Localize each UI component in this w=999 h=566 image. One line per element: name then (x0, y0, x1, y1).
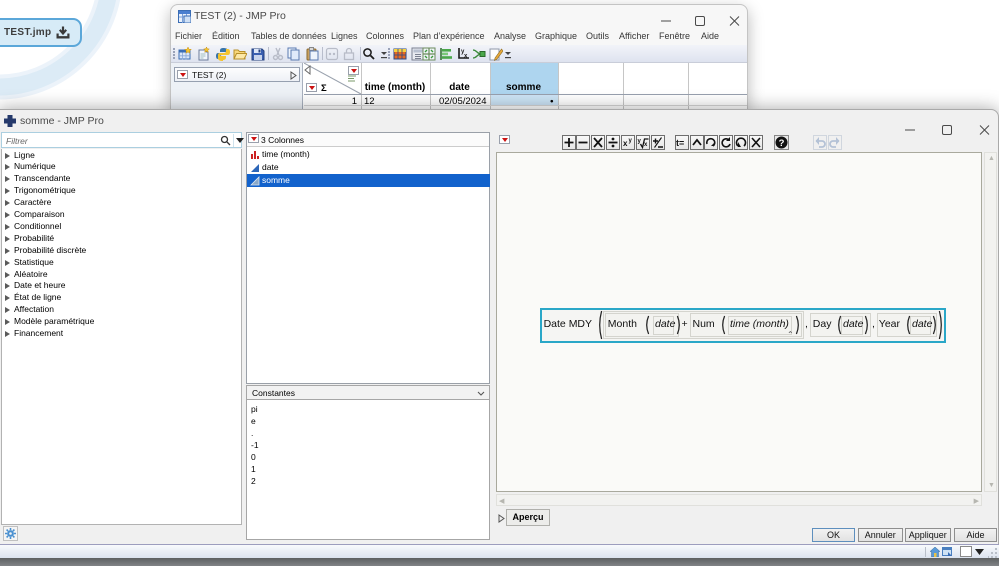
svg-text:x: x (623, 139, 628, 148)
svg-text:y: y (628, 138, 632, 144)
svg-text:y: y (637, 139, 641, 145)
svg-text:?: ? (779, 138, 785, 149)
svg-text:t=: t= (676, 138, 684, 148)
svg-text:x: x (644, 142, 648, 148)
